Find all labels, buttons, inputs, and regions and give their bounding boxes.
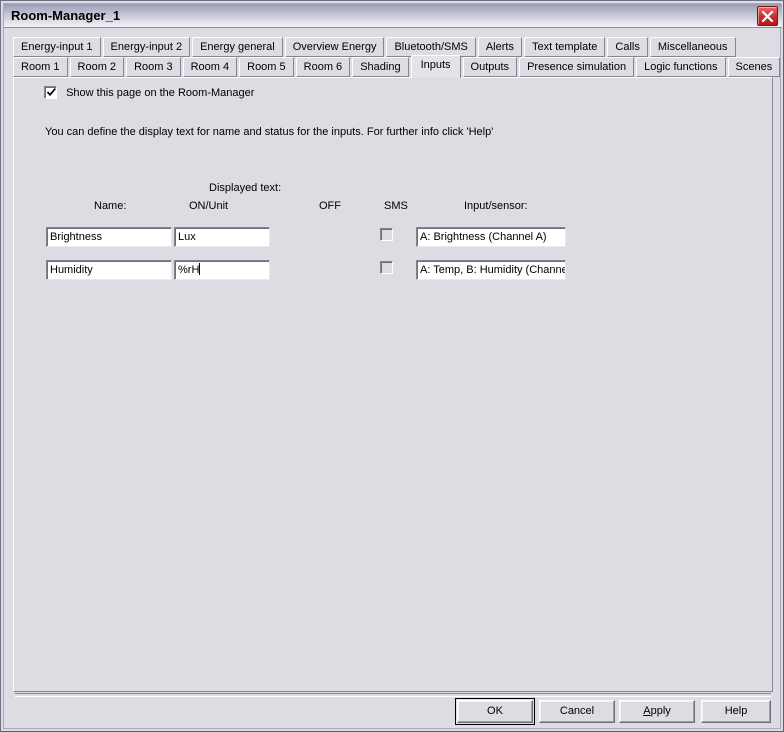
apply-accelerator: A [643, 705, 651, 717]
input-unit-field-0[interactable]: Lux [174, 227, 270, 247]
show-page-checkbox[interactable] [44, 86, 57, 99]
tab-room-5[interactable]: Room 5 [239, 57, 294, 77]
tab-room-4[interactable]: Room 4 [182, 57, 238, 77]
show-page-checkbox-row[interactable]: Show this page on the Room-Manager [44, 86, 254, 102]
column-header-off: OFF [319, 200, 341, 212]
tab-row-bottom: Room 1 Room 2 Room 3 Room 4 Room 5 Room 6 Shad… [13, 55, 782, 78]
input-sensor-field-0[interactable]: A: Brightness (Channel A) [416, 227, 566, 247]
input-sms-checkbox-0[interactable] [380, 228, 393, 241]
input-row: Brightness Lux A: Brightness (Channel A) [14, 227, 772, 248]
tab-energy-input-1[interactable]: Energy-input 1 [13, 37, 101, 57]
tab-energy-input-2[interactable]: Energy-input 2 [102, 37, 191, 57]
window-title: Room-Manager_1 [11, 8, 121, 23]
tab-energy-general[interactable]: Energy general [192, 37, 283, 57]
tab-miscellaneous[interactable]: Miscellaneous [649, 37, 736, 57]
column-header-sensor: Input/sensor: [464, 200, 528, 212]
input-name-field-1[interactable]: Humidity [46, 260, 172, 280]
tab-room-3[interactable]: Room 3 [126, 57, 181, 77]
cancel-button[interactable]: Cancel [539, 700, 615, 723]
tab-inputs[interactable]: Inputs [410, 55, 461, 78]
tab-room-2[interactable]: Room 2 [69, 57, 125, 77]
tab-alerts[interactable]: Alerts [477, 37, 522, 57]
tab-logic-functions[interactable]: Logic functions [636, 57, 726, 77]
help-button[interactable]: Help [701, 700, 771, 723]
tab-text-template[interactable]: Text template [523, 37, 606, 57]
input-sms-checkbox-1[interactable] [380, 261, 393, 274]
column-header-name: Name: [94, 200, 127, 212]
column-header-on-unit: ON/Unit [189, 200, 229, 212]
tab-overview-energy[interactable]: Overview Energy [284, 37, 385, 57]
input-sensor-field-1[interactable]: A: Temp, B: Humidity (Channel [416, 260, 566, 280]
tab-room-6[interactable]: Room 6 [295, 57, 351, 77]
input-unit-field-1[interactable]: %rH [174, 260, 270, 280]
close-icon[interactable] [757, 6, 778, 26]
input-name-field-0[interactable]: Brightness [46, 227, 172, 247]
tab-scenes[interactable]: Scenes [727, 57, 781, 77]
checkmark-icon [46, 87, 57, 101]
button-bar-separator [15, 693, 771, 697]
title-bar[interactable]: Room-Manager_1 [4, 4, 782, 28]
tab-control: Energy-input 1 Energy-input 2 Energy gener… [13, 37, 781, 692]
show-page-checkbox-label: Show this page on the Room-Manager [66, 86, 255, 99]
tab-room-1[interactable]: Room 1 [13, 57, 68, 77]
page-description: You can define the display text for name… [45, 126, 494, 138]
ok-button[interactable]: OK [455, 698, 535, 725]
tab-panel-inputs: Show this page on the Room-Manager You c… [13, 77, 773, 692]
dialog-window: Room-Manager_1 Energy-input 1 Energy-inpu… [0, 0, 784, 732]
displayed-text-group-label: Displayed text: [209, 182, 282, 194]
tab-presence-simulation[interactable]: Presence simulation [519, 57, 635, 77]
tab-outputs[interactable]: Outputs [462, 57, 518, 77]
tab-bluetooth-sms[interactable]: Bluetooth/SMS [386, 37, 476, 57]
apply-label-rest: pply [650, 705, 671, 717]
input-row: Humidity %rH A: Temp, B: Humidity (Chann… [14, 260, 772, 281]
tab-shading[interactable]: Shading [352, 57, 409, 77]
tab-calls[interactable]: Calls [607, 37, 648, 57]
tab-row-top: Energy-input 1 Energy-input 2 Energy gener… [13, 37, 738, 57]
apply-button[interactable]: Apply [619, 700, 695, 723]
column-header-sms: SMS [384, 200, 408, 212]
